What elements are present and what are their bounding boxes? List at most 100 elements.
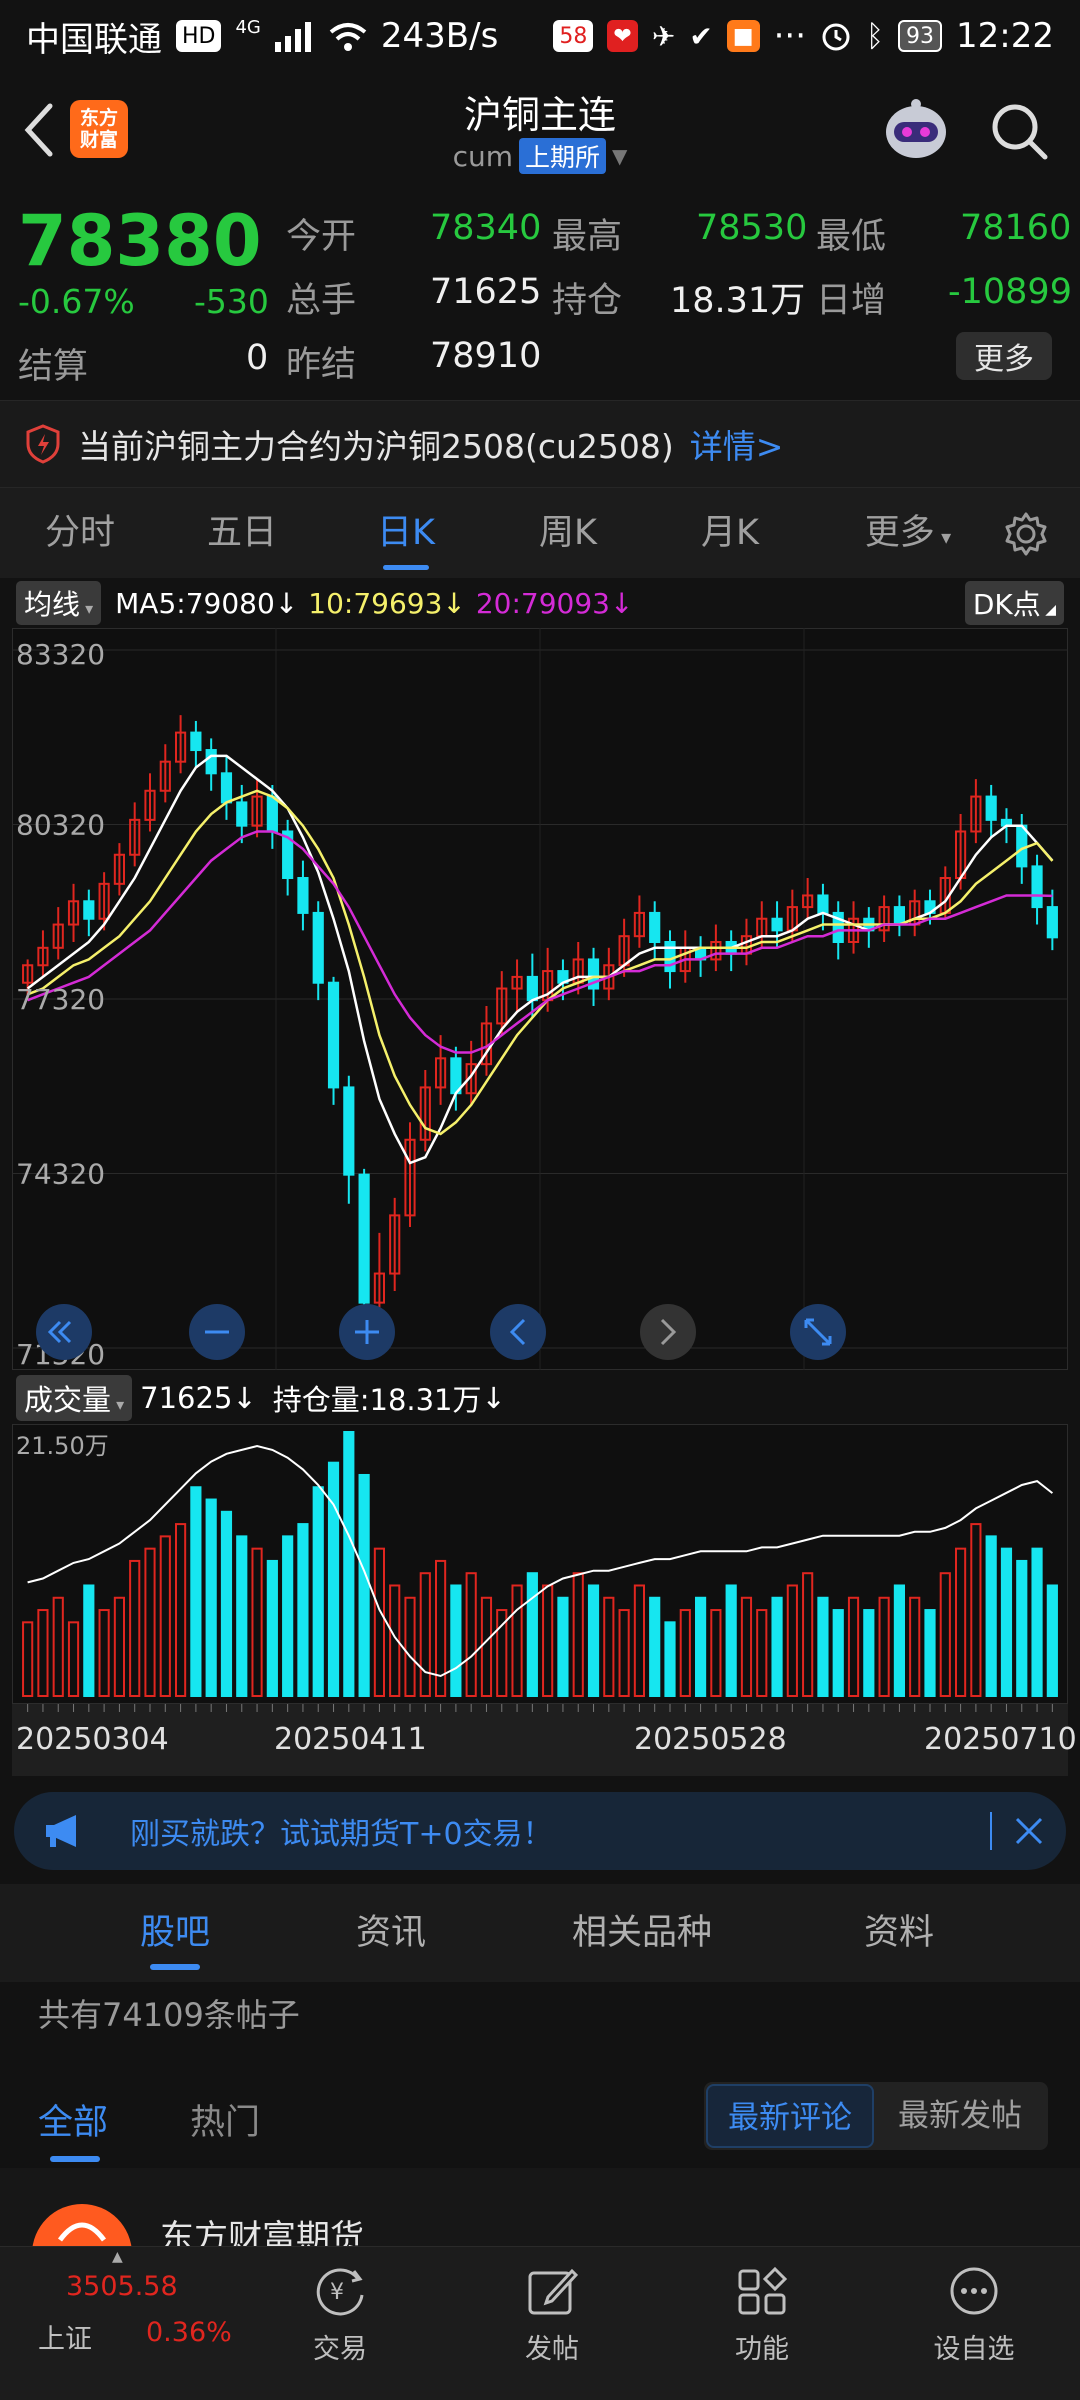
daily-increase-value: -10899: [948, 272, 1072, 312]
eastmoney-logo-icon: [57, 2222, 107, 2242]
candle-body: [985, 795, 997, 821]
tab-more[interactable]: 更多 ▾: [852, 488, 964, 578]
trade-icon: ¥: [316, 2268, 364, 2316]
volume-bar: [83, 1584, 95, 1697]
first-icon[interactable]: [36, 1304, 92, 1360]
search-icon[interactable]: [990, 102, 1050, 162]
kline-chart[interactable]: 83320 80320 77320 74320 71320: [12, 628, 1068, 1370]
zoom-in-icon[interactable]: [339, 1304, 395, 1360]
volume-bar: [358, 1473, 370, 1697]
tab-intraday[interactable]: 分时: [30, 488, 130, 578]
volume-selector[interactable]: 成交量 ▾: [16, 1375, 133, 1421]
volume-bar: [1046, 1584, 1058, 1697]
nav-add-watchlist[interactable]: 设自选: [904, 2265, 1044, 2366]
date-label: 20250411: [274, 1722, 427, 1757]
app-orange-icon: ■: [726, 20, 760, 52]
volume-label: 总手: [286, 281, 357, 321]
date-label: 20250528: [634, 1722, 787, 1757]
promo-banner[interactable]: 刚买就跌？试试期货T+0交易！: [14, 1792, 1066, 1870]
more-notifications-icon: ···: [773, 16, 807, 56]
sort-latest-post[interactable]: 最新发帖: [874, 2084, 1046, 2148]
ma-selector-label: 均线: [24, 588, 81, 621]
tab-monthly-k[interactable]: 月K: [680, 488, 780, 578]
network-type: 4G: [235, 16, 261, 38]
close-icon[interactable]: [1014, 1816, 1044, 1846]
dk-label: DK点: [972, 588, 1041, 621]
prev-settle-label: 昨结: [286, 345, 357, 385]
volume-legend: 成交量 ▾ 71625 ↓ 持仓量:18.31万 ↓: [0, 1374, 1080, 1422]
exchange-badge: 上期所: [519, 138, 607, 174]
candle-body: [358, 1173, 370, 1304]
gear-icon[interactable]: [1004, 512, 1048, 556]
volume-chart[interactable]: 21.50万: [12, 1424, 1068, 1704]
oi-arrow-icon: ↓: [481, 1381, 506, 1415]
caret-down-icon: ▾: [934, 525, 952, 549]
open-label: 今开: [286, 217, 357, 257]
candle-body: [205, 749, 217, 775]
candle-body: [327, 981, 340, 1089]
candle-body: [297, 877, 309, 914]
volume-bar: [297, 1523, 309, 1698]
volume-bar: [1031, 1547, 1043, 1697]
volume-bar: [695, 1596, 707, 1697]
zoom-out-icon[interactable]: [189, 1304, 245, 1360]
robot-assistant-icon[interactable]: [880, 96, 952, 164]
nav-functions[interactable]: 功能: [692, 2265, 832, 2366]
promo-text: 刚买就跌？试试期货T+0交易！: [130, 1817, 553, 1852]
candle-body: [236, 801, 248, 827]
prev-icon[interactable]: [490, 1304, 546, 1360]
candle-body: [220, 772, 233, 804]
volume-bar: [725, 1584, 737, 1697]
main-contract-notice[interactable]: 当前沪铜主力合约为沪铜2508(cu2508) 详情>: [0, 400, 1080, 488]
post-filter-bar: 全部 热门 最新评论 最新发帖: [0, 2072, 1080, 2168]
caret-down-icon: ▾: [80, 599, 94, 618]
volume-bar: [1016, 1559, 1028, 1697]
index-change: 0.36%: [146, 2317, 232, 2348]
volume-bar: [266, 1559, 278, 1697]
carrier-name: 中国联通: [26, 19, 162, 60]
svg-text:¥: ¥: [330, 2280, 344, 2305]
volume-bar: [220, 1510, 233, 1698]
tab-guba[interactable]: 股吧: [140, 1884, 210, 1982]
tab-five-day[interactable]: 五日: [192, 488, 292, 578]
tab-news[interactable]: 资讯: [356, 1884, 426, 1982]
notice-text: 当前沪铜主力合约为沪铜2508(cu2508): [78, 427, 674, 466]
index-ticker[interactable]: ▲ 3505.58 上证 0.36%: [0, 2247, 250, 2400]
ma-selector[interactable]: 均线 ▾: [16, 581, 102, 625]
tab-weekly-k[interactable]: 周K: [518, 488, 618, 578]
feed-item-preview[interactable]: 东方财富期货: [0, 2168, 1080, 2248]
tab-more-label: 更多: [864, 513, 935, 553]
volume-arrow-icon: ↓: [232, 1381, 257, 1415]
fullscreen-icon[interactable]: [790, 1304, 846, 1360]
notice-detail-link[interactable]: 详情>: [690, 420, 784, 468]
nav-trade-label: 交易: [313, 2334, 367, 2365]
volume-bar: [343, 1431, 355, 1697]
more-quote-button[interactable]: 更多: [956, 332, 1052, 380]
volume-bar: [924, 1609, 936, 1697]
ma-legend: 均线 ▾ MA5:79080 ↓ 10:79693 ↓ 20:79093 ↓ D…: [0, 578, 1080, 628]
tab-materials[interactable]: 资料: [864, 1884, 934, 1982]
volume-value: 71625: [140, 1381, 233, 1415]
dk-point-button[interactable]: DK点 ◢: [964, 581, 1064, 625]
tab-related[interactable]: 相关品种: [572, 1884, 712, 1982]
candle-body: [817, 894, 829, 914]
volume-bar: [526, 1572, 538, 1697]
grid-icon: [738, 2266, 788, 2315]
date-label: 20250710: [924, 1722, 1077, 1757]
community-tabs: 股吧 资讯 相关品种 资料: [0, 1884, 1080, 1982]
nav-post[interactable]: 发帖: [482, 2265, 622, 2366]
shield-alert-icon: [26, 424, 60, 464]
volume-axis-max: 21.50万: [16, 1432, 109, 1460]
filter-all[interactable]: 全部: [38, 2094, 108, 2145]
prev-settle-value: 78910: [430, 336, 542, 376]
low-value: 78160: [960, 208, 1072, 248]
nav-trade[interactable]: ¥ 交易: [270, 2265, 410, 2366]
y-tick-label: 77320: [16, 983, 105, 1016]
volume-bar: [649, 1596, 661, 1697]
volume-bar: [664, 1621, 676, 1697]
sort-latest-comment[interactable]: 最新评论: [706, 2084, 874, 2148]
next-icon[interactable]: [640, 1304, 696, 1360]
app-58-icon: 58: [553, 20, 594, 52]
tab-daily-k[interactable]: 日K: [356, 488, 456, 578]
filter-hot[interactable]: 热门: [190, 2094, 260, 2145]
